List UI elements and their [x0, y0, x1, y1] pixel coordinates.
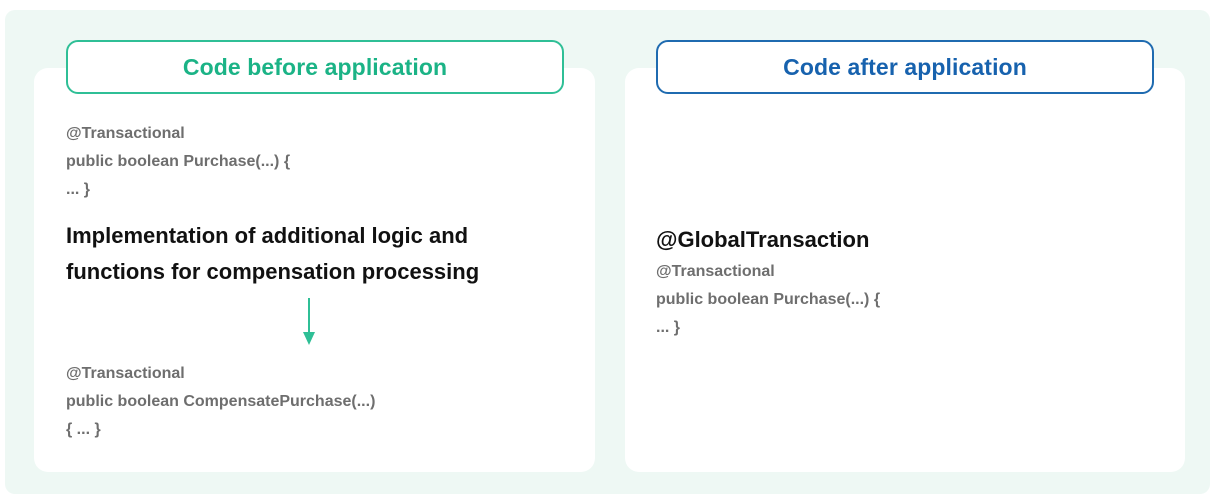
code-line: ... } [66, 181, 91, 198]
code-line: @Transactional [656, 263, 775, 280]
global-transaction-annotation: @GlobalTransaction [656, 227, 870, 252]
code-line: @Transactional [66, 125, 185, 142]
note-line: Implementation of additional logic and [66, 223, 469, 248]
compensation-note: Implementation of additional logic and f… [66, 218, 479, 290]
after-header: Code after application [656, 40, 1154, 94]
before-header: Code before application [66, 40, 564, 94]
code-line: public boolean Purchase(...) { [66, 153, 291, 170]
code-line: { ... } [66, 421, 101, 438]
code-line: public boolean Purchase(...) { [656, 291, 881, 308]
before-code-top: @Transactional public boolean Purchase(.… [66, 120, 290, 204]
code-line: ... } [656, 319, 681, 336]
down-arrow-icon [303, 298, 315, 345]
after-code: @Transactional public boolean Purchase(.… [656, 258, 880, 342]
code-line: @Transactional [66, 365, 185, 382]
code-line: public boolean CompensatePurchase(...) [66, 393, 376, 410]
before-code-bottom: @Transactional public boolean Compensate… [66, 360, 375, 444]
note-line: functions for compensation processing [66, 259, 480, 284]
